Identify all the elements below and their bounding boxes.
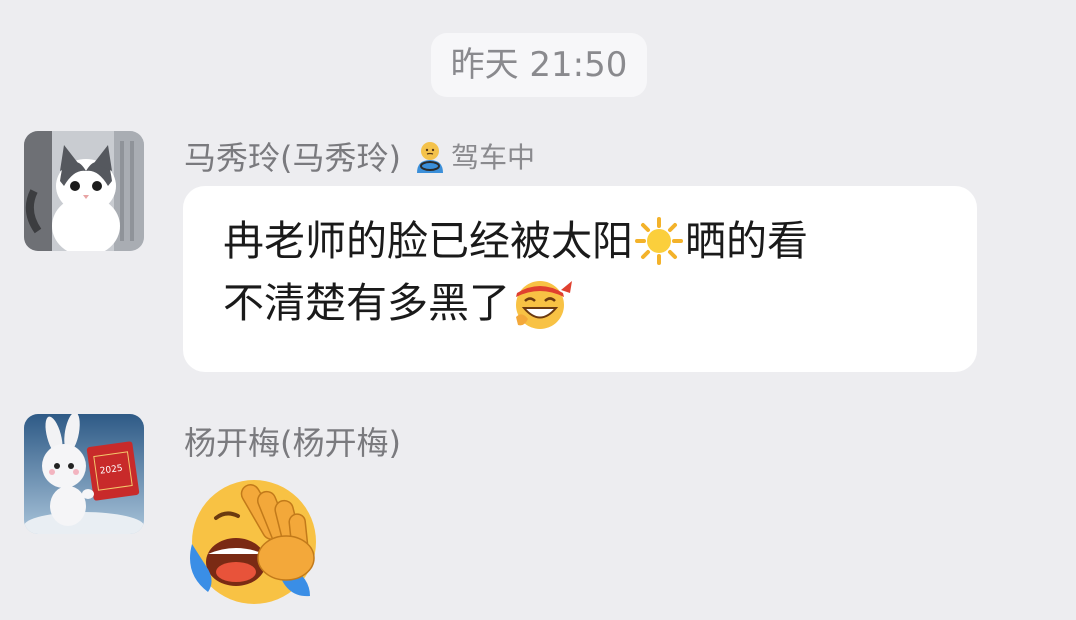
loudly-laughing-covering-eyes-emoji-icon: [190, 480, 316, 604]
sticker-message[interactable]: [186, 474, 326, 610]
kitten-avatar-icon: [24, 131, 144, 251]
driving-person-icon: [416, 142, 443, 173]
sender-name-row: 马秀玲(马秀玲) 驾车中: [184, 133, 535, 179]
sender-name-row: 杨开梅(杨开梅): [184, 418, 401, 464]
user-status: 驾车中: [413, 136, 535, 176]
timestamp-pill: 昨天 21:50: [431, 33, 647, 97]
laughing-headband-emoji-icon: [516, 281, 572, 329]
message-line: 不清楚有多黑了: [223, 272, 947, 334]
message-text: 冉老师的脸已经被太阳: [223, 217, 633, 265]
avatar[interactable]: 2025: [24, 414, 144, 534]
message-text: 不清楚有多黑了: [223, 279, 510, 327]
sun-emoji-icon: [635, 217, 683, 265]
sender-name[interactable]: 杨开梅(杨开梅): [184, 418, 401, 464]
message-bubble[interactable]: 冉老师的脸已经被太阳 晒的看 不清楚有多黑了: [183, 186, 977, 372]
status-text: 驾车中: [450, 141, 535, 174]
sender-name[interactable]: 马秀玲(马秀玲): [184, 133, 401, 179]
message-text: 晒的看: [685, 217, 808, 265]
avatar[interactable]: [24, 131, 144, 251]
bunny-avatar-icon: 2025: [24, 414, 144, 534]
message-line: 冉老师的脸已经被太阳 晒的看: [223, 210, 947, 272]
